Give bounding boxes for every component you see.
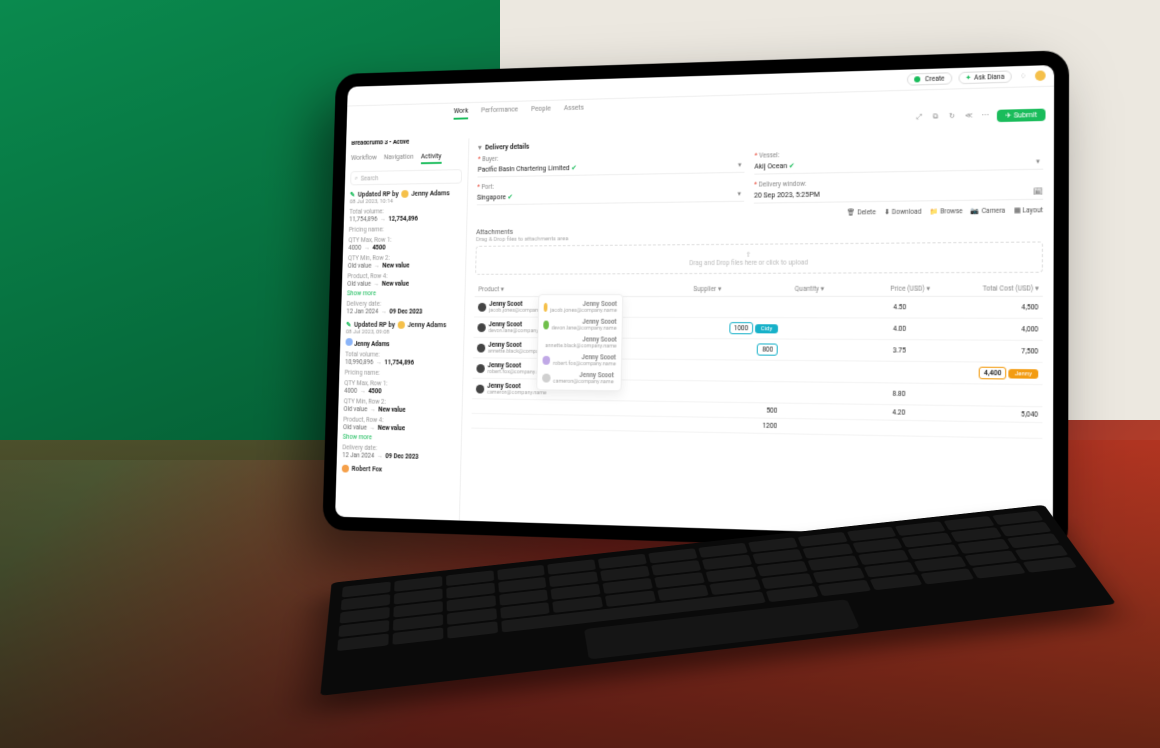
copy-icon[interactable]: ⧉	[930, 111, 940, 121]
subbar-icons: ⤢ ⧉ ↻ ≪ ⋯	[914, 110, 991, 124]
tab-workflow[interactable]: Workflow	[351, 154, 377, 166]
attachment-dropzone[interactable]: ⇧Drag and Drop files here or click to up…	[475, 241, 1043, 274]
col-total[interactable]: Total Cost (USD) ▾	[934, 281, 1043, 296]
side-tabs: Workflow Navigation Activity	[351, 152, 463, 166]
nav-performance[interactable]: Performance	[481, 106, 518, 119]
layout-icon: ▦	[1014, 206, 1021, 214]
activity-item: ✎Updated RP by Jenny Adams 08 Jul 2023, …	[346, 189, 461, 315]
sidebar: Breadcrumb 1 / Breadcrumb 2 / Breadcrumb…	[335, 138, 469, 524]
show-more-link[interactable]: Show more	[343, 433, 456, 443]
qty-input[interactable]: 1000	[729, 322, 754, 334]
col-supplier[interactable]: Supplier ▾ Jenny Scootjacob.jones@compan…	[625, 282, 725, 296]
pricing-table: Product ▾ Supplier ▾ Jenny Scootjacob.jo…	[471, 281, 1043, 439]
refresh-icon[interactable]: ↻	[947, 111, 957, 121]
chevron-down-icon: ▾	[735, 160, 745, 170]
chevron-down-icon: ▾	[1033, 156, 1044, 167]
camera-button[interactable]: 📷Camera	[971, 207, 1005, 216]
delivery-section-header[interactable]: ▾Delivery details	[478, 138, 745, 152]
layout-button[interactable]: ▦Layout	[1014, 206, 1043, 215]
tablet-device: Create ✦Ask Diana ♢ Work Performance Peo…	[322, 50, 1069, 555]
nav-people[interactable]: People	[531, 105, 551, 118]
port-input[interactable]: Singapore ✔▾	[477, 187, 744, 206]
create-button[interactable]: Create	[907, 72, 952, 86]
qty-input[interactable]: 800	[757, 343, 778, 355]
total-highlight[interactable]: 4,400	[979, 367, 1007, 380]
col-quantity[interactable]: Quantity ▾	[725, 282, 828, 296]
nav-work[interactable]: Work	[454, 107, 469, 120]
tab-navigation[interactable]: Navigation	[384, 153, 414, 165]
user-badge: Jenny	[1008, 369, 1038, 379]
activity-item: Robert Fox	[342, 465, 455, 476]
expand-icon[interactable]: ⤢	[914, 112, 924, 122]
nav-assets[interactable]: Assets	[564, 104, 584, 117]
download-button[interactable]: ⬇Download	[884, 208, 921, 217]
tab-activity[interactable]: Activity	[421, 152, 442, 164]
calendar-icon: 🗓	[1032, 186, 1043, 197]
trash-icon: 🗑	[847, 208, 855, 216]
activity-item: ✎Updated RP by Jenny Adams 08 Jul 2023, …	[342, 321, 458, 462]
submit-button[interactable]: ✈Submit	[997, 109, 1046, 123]
bell-icon[interactable]: ♢	[1018, 71, 1029, 82]
ask-diana-button[interactable]: ✦Ask Diana	[958, 70, 1012, 84]
browse-button[interactable]: 📁Browse	[930, 207, 963, 216]
more-icon[interactable]: ⋯	[980, 110, 991, 121]
upload-icon: ⇧	[745, 251, 750, 259]
avatar-icon[interactable]	[1035, 70, 1046, 81]
camera-icon: 📷	[971, 207, 980, 215]
content-area: ▾Delivery details * Buyer: Pacific Basin…	[460, 125, 1054, 539]
col-price[interactable]: Price (USD) ▾	[828, 281, 934, 296]
folder-icon: 📁	[930, 207, 938, 215]
download-icon: ⬇	[884, 208, 890, 216]
delete-button[interactable]: 🗑Delete	[847, 208, 876, 216]
chevron-down-icon: ▾	[734, 189, 744, 199]
search-input[interactable]: ⌕Search	[350, 169, 462, 185]
app-screen: Create ✦Ask Diana ♢ Work Performance Peo…	[335, 65, 1054, 539]
show-more-link[interactable]: Show more	[347, 289, 459, 297]
search-icon: ⌕	[355, 174, 358, 183]
supplier-dropdown[interactable]: Jenny Scootjacob.jones@company.name Jenn…	[536, 294, 623, 391]
share-icon[interactable]: ≪	[963, 110, 973, 120]
user-badge: Cidy	[755, 324, 779, 333]
